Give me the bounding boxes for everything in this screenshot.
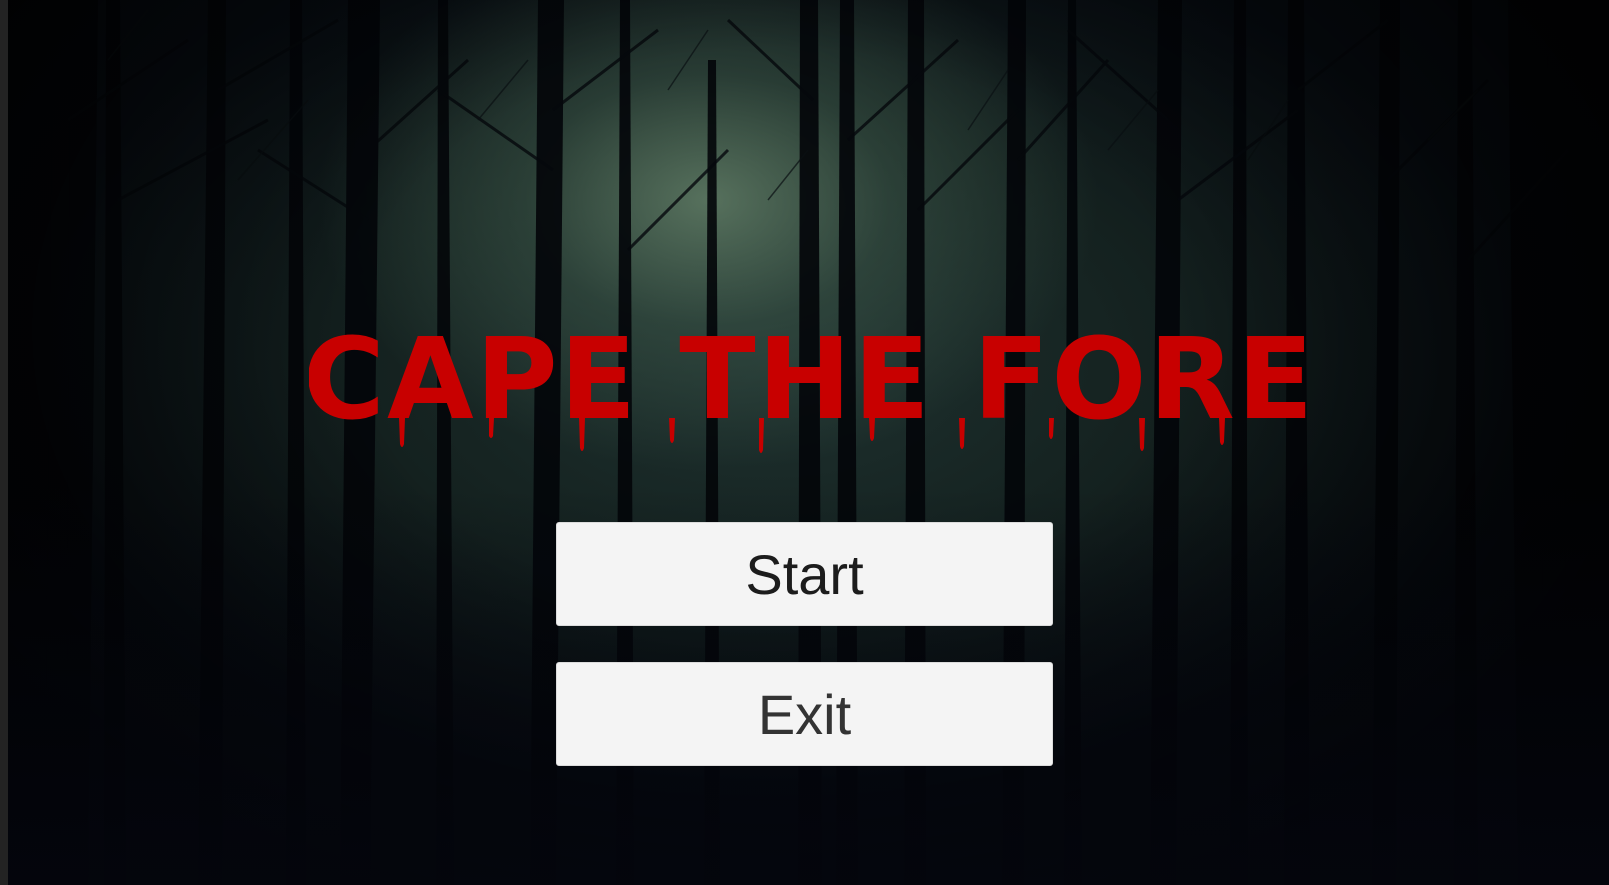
- start-button-label: Start: [745, 542, 864, 606]
- exit-button-label: Exit: [757, 682, 852, 746]
- start-button[interactable]: Start: [556, 522, 1053, 626]
- exit-button[interactable]: Exit: [556, 662, 1053, 766]
- game-window: ESCAPE THE FOREST Start Exit: [0, 0, 1609, 885]
